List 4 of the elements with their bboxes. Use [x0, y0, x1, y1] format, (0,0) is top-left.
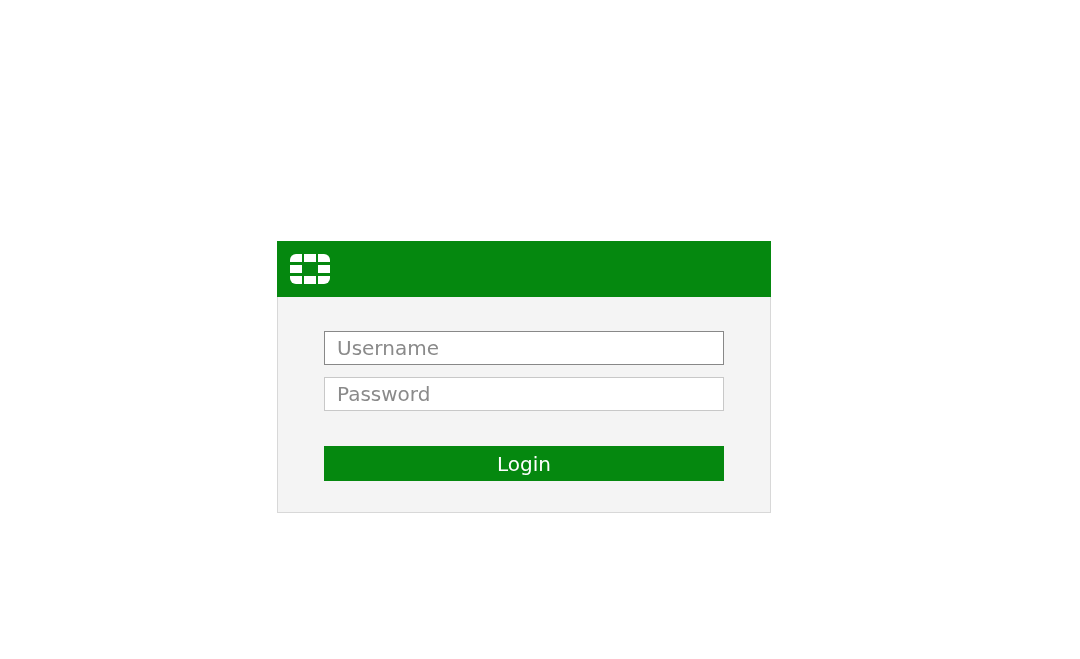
logo-icon [290, 254, 330, 284]
username-field[interactable]: Username [324, 331, 724, 365]
password-field[interactable]: Password [324, 377, 724, 411]
login-button[interactable]: Login [324, 446, 724, 481]
